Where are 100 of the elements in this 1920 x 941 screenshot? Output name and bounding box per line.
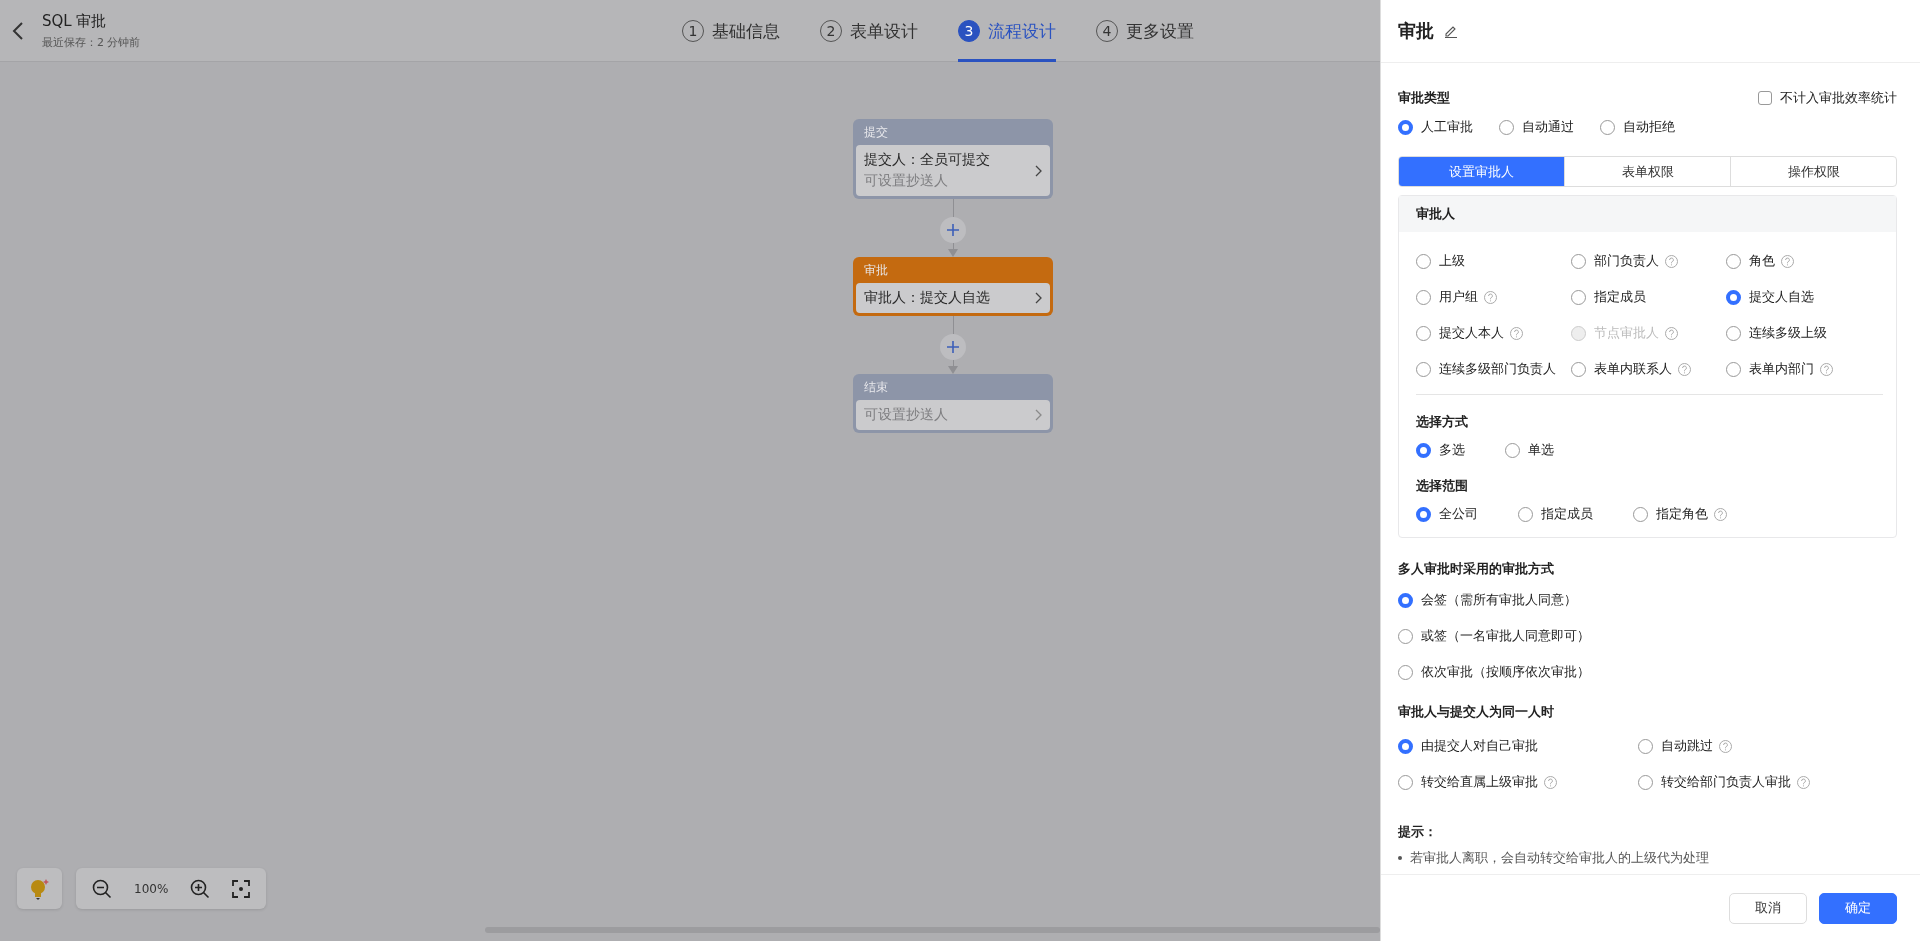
radio-button[interactable] bbox=[1600, 119, 1615, 135]
tab[interactable]: 表单权限 bbox=[1564, 157, 1730, 186]
option-label: 自动跳过 bbox=[1661, 737, 1713, 755]
footer-button[interactable]: 确定 bbox=[1819, 892, 1897, 924]
help-icon[interactable] bbox=[1544, 775, 1557, 789]
back-icon[interactable] bbox=[12, 20, 24, 41]
radio-button[interactable] bbox=[1398, 774, 1413, 790]
section-label: 选择范围 bbox=[1416, 477, 1469, 495]
fit-screen-icon[interactable] bbox=[232, 879, 251, 898]
section-label: 审批人与提交人为同一人时 bbox=[1398, 703, 1555, 721]
chevron-right-icon bbox=[1035, 409, 1042, 421]
section-label: 审批类型 bbox=[1398, 89, 1450, 107]
option-label: 自动通过 bbox=[1522, 118, 1574, 136]
card-title: 审批人 bbox=[1416, 206, 1455, 221]
help-icon[interactable] bbox=[1797, 775, 1810, 789]
help-icon[interactable] bbox=[1714, 507, 1727, 521]
radio-button[interactable] bbox=[1726, 325, 1741, 341]
zoom-out-icon[interactable] bbox=[92, 878, 112, 899]
edit-icon[interactable] bbox=[1444, 24, 1458, 38]
node-text: 审批人：提交人自选 bbox=[864, 289, 990, 307]
radio-button[interactable] bbox=[1571, 253, 1586, 269]
tab[interactable]: 设置审批人 bbox=[1399, 157, 1564, 186]
step-tab[interactable]: 4 更多设置 bbox=[1096, 0, 1194, 62]
node-title: 审批 bbox=[863, 262, 889, 279]
option-label: 连续多级部门负责人 bbox=[1439, 360, 1556, 378]
flow-node[interactable]: 提交 提交人：全员可提交 可设置抄送人 bbox=[853, 119, 1053, 199]
horizontal-scrollbar[interactable] bbox=[485, 927, 1380, 933]
option-label: 节点审批人 bbox=[1594, 324, 1659, 342]
option-label: 依次审批（按顺序依次审批） bbox=[1421, 663, 1590, 681]
option-label: 指定成员 bbox=[1541, 505, 1593, 523]
option-label: 或签（一名审批人同意即可） bbox=[1421, 627, 1590, 645]
radio-button[interactable] bbox=[1638, 774, 1653, 790]
option-label: 上级 bbox=[1439, 252, 1465, 270]
radio-button[interactable] bbox=[1505, 442, 1520, 458]
node-title: 提交 bbox=[863, 124, 889, 141]
option-label: 自动拒绝 bbox=[1623, 118, 1675, 136]
radio-button[interactable] bbox=[1416, 253, 1431, 269]
checkbox[interactable] bbox=[1758, 91, 1772, 105]
hint-text: 若审批人离职，会自动转交给审批人的上级代为处理 bbox=[1410, 849, 1709, 867]
option-label: 提交人本人 bbox=[1439, 324, 1504, 342]
page-title: SQL 审批 bbox=[42, 11, 108, 31]
node-text: 提交人：全员可提交 bbox=[864, 151, 990, 169]
hint-title: 提示： bbox=[1398, 823, 1438, 841]
help-icon[interactable] bbox=[1719, 739, 1732, 753]
section-label: 选择方式 bbox=[1416, 413, 1469, 431]
tips-button[interactable] bbox=[17, 868, 62, 909]
help-icon[interactable] bbox=[1820, 362, 1833, 376]
option-label: 人工审批 bbox=[1421, 118, 1473, 136]
radio-button[interactable] bbox=[1398, 664, 1413, 680]
radio-button[interactable] bbox=[1398, 738, 1413, 754]
section-label: 多人审批时采用的审批方式 bbox=[1398, 560, 1555, 578]
option-label: 全公司 bbox=[1439, 505, 1478, 523]
add-node-icon[interactable] bbox=[940, 217, 966, 243]
flow-node[interactable]: 审批 审批人：提交人自选 bbox=[853, 257, 1053, 316]
option-label: 会签（需所有审批人同意） bbox=[1421, 591, 1577, 609]
step-tab[interactable]: 3 流程设计 bbox=[958, 0, 1056, 62]
option-label: 表单内联系人 bbox=[1594, 360, 1672, 378]
option-label: 指定成员 bbox=[1594, 288, 1646, 306]
help-icon[interactable] bbox=[1665, 326, 1678, 340]
radio-button[interactable] bbox=[1416, 442, 1431, 458]
radio-button[interactable] bbox=[1726, 289, 1741, 305]
save-status: 最近保存：2 分钟前 bbox=[42, 34, 141, 50]
node-title: 结束 bbox=[863, 379, 889, 396]
radio-button[interactable] bbox=[1571, 289, 1586, 305]
help-icon[interactable] bbox=[1781, 254, 1794, 268]
step-tab[interactable]: 1 基础信息 bbox=[682, 0, 780, 62]
zoom-in-icon[interactable] bbox=[190, 878, 211, 899]
help-icon[interactable] bbox=[1484, 290, 1497, 304]
zoom-level: 100% bbox=[134, 881, 169, 896]
option-label: 转交给直属上级审批 bbox=[1421, 773, 1538, 791]
radio-button[interactable] bbox=[1416, 361, 1431, 377]
radio-button[interactable] bbox=[1398, 119, 1413, 135]
add-node-icon[interactable] bbox=[940, 334, 966, 360]
radio-button[interactable] bbox=[1499, 119, 1514, 135]
help-icon[interactable] bbox=[1510, 326, 1523, 340]
option-label: 转交给部门负责人审批 bbox=[1661, 773, 1791, 791]
panel-title: 审批 bbox=[1398, 19, 1434, 43]
option-label: 提交人自选 bbox=[1749, 288, 1814, 306]
tab[interactable]: 操作权限 bbox=[1730, 157, 1896, 186]
radio-button[interactable] bbox=[1416, 325, 1431, 341]
option-label: 单选 bbox=[1528, 441, 1554, 459]
radio-button[interactable] bbox=[1416, 506, 1431, 522]
chevron-right-icon bbox=[1035, 292, 1042, 304]
help-icon[interactable] bbox=[1665, 254, 1678, 268]
option-label: 部门负责人 bbox=[1594, 252, 1659, 270]
step-tab[interactable]: 2 表单设计 bbox=[820, 0, 918, 62]
footer-button[interactable]: 取消 bbox=[1729, 892, 1807, 924]
radio-button[interactable] bbox=[1726, 361, 1741, 377]
radio-button[interactable] bbox=[1416, 289, 1431, 305]
radio-button[interactable] bbox=[1398, 628, 1413, 644]
radio-button[interactable] bbox=[1518, 506, 1533, 522]
help-icon[interactable] bbox=[1678, 362, 1691, 376]
option-label: 连续多级上级 bbox=[1749, 324, 1827, 342]
radio-button[interactable] bbox=[1571, 361, 1586, 377]
radio-button[interactable] bbox=[1633, 506, 1648, 522]
radio-button[interactable] bbox=[1726, 253, 1741, 269]
option-label: 由提交人对自己审批 bbox=[1421, 737, 1538, 755]
radio-button[interactable] bbox=[1638, 738, 1653, 754]
radio-button[interactable] bbox=[1398, 592, 1413, 608]
option-label: 角色 bbox=[1749, 252, 1775, 270]
